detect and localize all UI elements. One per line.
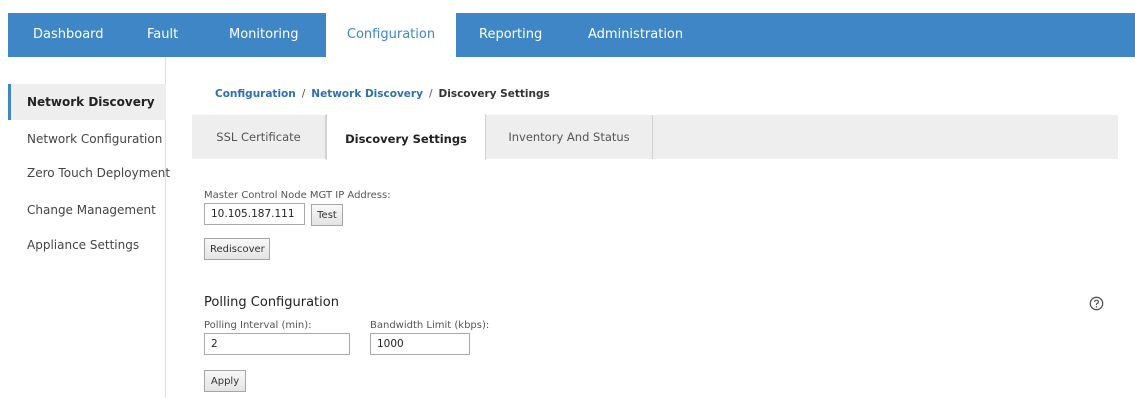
tab-discovery-settings[interactable]: Discovery Settings	[326, 114, 486, 160]
breadcrumb-network-discovery[interactable]: Network Discovery	[311, 88, 423, 100]
bandwidth-limit-input[interactable]	[370, 333, 470, 355]
sidebar: Network Discovery Network Configuration …	[8, 57, 170, 398]
nav-administration[interactable]: Administration	[588, 13, 683, 57]
mcn-ip-input[interactable]	[204, 203, 305, 225]
nav-fault[interactable]: Fault	[147, 13, 178, 57]
polling-section-title: Polling Configuration	[204, 295, 339, 310]
nav-monitoring[interactable]: Monitoring	[229, 13, 299, 57]
sidebar-item-zero-touch-deployment[interactable]: Zero Touch Deployment	[8, 155, 170, 191]
breadcrumb-separator: /	[428, 88, 433, 100]
polling-interval-input[interactable]	[204, 333, 350, 355]
polling-interval-label: Polling Interval (min):	[204, 320, 312, 331]
mcn-ip-label: Master Control Node MGT IP Address:	[204, 190, 391, 201]
tab-strip: SSL Certificate Discovery Settings Inven…	[192, 114, 1118, 160]
breadcrumb-separator: /	[301, 88, 306, 100]
test-button[interactable]: Test	[311, 204, 343, 226]
sidebar-item-network-configuration[interactable]: Network Configuration	[8, 121, 166, 157]
nav-dashboard[interactable]: Dashboard	[33, 13, 104, 57]
nav-configuration[interactable]: Configuration	[326, 13, 456, 58]
breadcrumb: Configuration / Network Discovery / Discover…	[215, 88, 550, 100]
breadcrumb-current: Discovery Settings	[438, 88, 550, 100]
help-circle-icon[interactable]	[1089, 296, 1104, 311]
bandwidth-limit-label: Bandwidth Limit (kbps):	[370, 320, 490, 331]
breadcrumb-configuration[interactable]: Configuration	[215, 88, 296, 100]
tab-inventory-and-status[interactable]: Inventory And Status	[486, 115, 653, 159]
sidebar-item-network-discovery[interactable]: Network Discovery	[8, 84, 166, 120]
tab-ssl-certificate[interactable]: SSL Certificate	[192, 115, 326, 159]
top-nav: Dashboard Fault Monitoring Configuration…	[8, 13, 1135, 58]
sidebar-item-change-management[interactable]: Change Management	[8, 192, 166, 228]
apply-button[interactable]: Apply	[204, 370, 246, 392]
sidebar-item-appliance-settings[interactable]: Appliance Settings	[8, 227, 166, 263]
nav-reporting[interactable]: Reporting	[479, 13, 542, 57]
rediscover-button[interactable]: Rediscover	[204, 238, 270, 260]
